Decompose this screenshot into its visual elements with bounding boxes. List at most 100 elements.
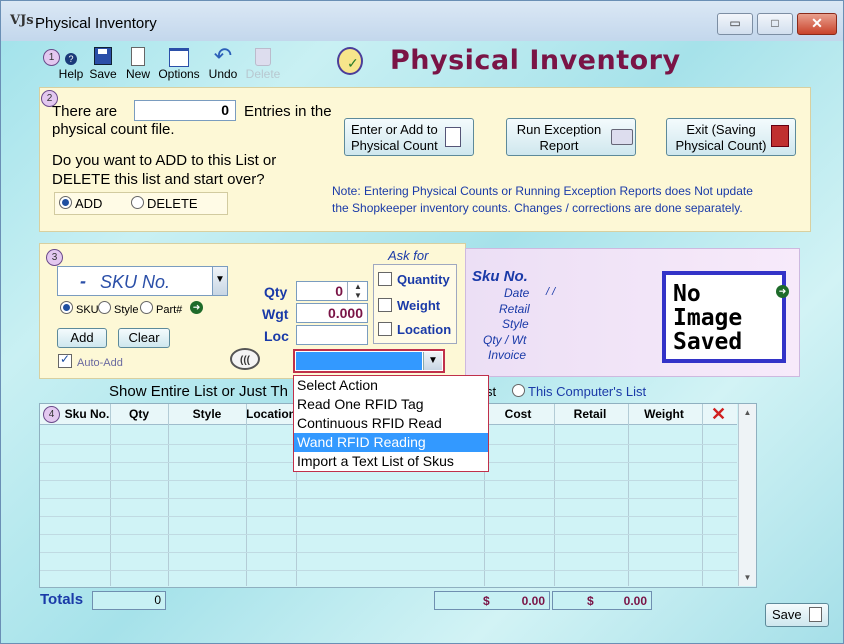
- sku-radio[interactable]: SKU: [60, 301, 99, 316]
- delete-row-icon[interactable]: ✕: [711, 404, 726, 425]
- sku-radio-button[interactable]: [60, 301, 73, 314]
- show-list-label: Show Entire List or Just Th: [109, 383, 288, 400]
- retail-total-field: $ 0.00: [552, 591, 652, 610]
- maximize-button[interactable]: □: [757, 13, 793, 35]
- action-select[interactable]: ▼: [293, 349, 445, 373]
- close-button[interactable]: ✕: [797, 13, 837, 35]
- action-option-continuous[interactable]: Continuous RFID Read: [294, 414, 488, 433]
- spin-down-icon[interactable]: ▼: [348, 291, 368, 300]
- col-weight[interactable]: Weight: [630, 407, 698, 421]
- style-radio[interactable]: Style: [98, 301, 138, 316]
- options-button[interactable]: Options: [155, 45, 203, 81]
- exit-door-icon: [771, 125, 789, 147]
- ask-for-group: Quantity Weight Location: [373, 264, 457, 344]
- options-label: Options: [158, 67, 200, 81]
- chevron-down-icon: ▼: [428, 355, 438, 366]
- document-edit-icon: [445, 127, 461, 147]
- undo-label: Undo: [208, 67, 238, 81]
- help-button[interactable]: ? Help: [57, 45, 85, 81]
- rfid-reader-icon[interactable]: (((: [230, 348, 260, 370]
- entries-in-label: Entries in the: [244, 103, 332, 120]
- style-radio-button[interactable]: [98, 301, 111, 314]
- clear-button[interactable]: Clear: [118, 328, 170, 348]
- minimize-button[interactable]: ▭: [717, 13, 753, 35]
- no-image-placeholder: No Image Saved: [662, 271, 786, 363]
- step-4-badge: 4: [43, 406, 60, 423]
- grid-vertical-scrollbar[interactable]: ▲ ▼: [738, 404, 756, 586]
- loc-field[interactable]: [296, 325, 368, 345]
- floppy-disk-icon: [87, 45, 119, 67]
- sku-dash: -: [80, 271, 86, 291]
- scroll-up-icon[interactable]: ▲: [739, 408, 756, 417]
- save-edit-icon: [809, 607, 822, 622]
- delete-radio[interactable]: DELETE: [131, 196, 198, 211]
- printer-icon: [611, 129, 633, 145]
- ask-quantity-check[interactable]: [378, 272, 392, 286]
- action-option-import[interactable]: Import a Text List of Skus: [294, 452, 488, 471]
- table-row[interactable]: [40, 570, 737, 571]
- action-dropdown-button[interactable]: ▼: [423, 352, 442, 370]
- ask-quantity[interactable]: Quantity: [378, 272, 450, 287]
- table-row[interactable]: [40, 498, 737, 499]
- delete-button[interactable]: Delete: [243, 45, 283, 81]
- enter-physical-count-button[interactable]: Enter or Add to Physical Count: [344, 118, 474, 156]
- new-document-icon: [123, 45, 153, 67]
- sku-input[interactable]: - SKU No.: [57, 266, 227, 296]
- ask-location-check[interactable]: [378, 322, 392, 336]
- inventory-clipboard-icon: ✓: [337, 47, 373, 79]
- this-computer-radio-button[interactable]: [512, 384, 525, 397]
- table-row[interactable]: [40, 552, 737, 553]
- save-button-label: Save: [772, 607, 802, 622]
- ask-location-label: Location: [397, 322, 452, 337]
- col-retail[interactable]: Retail: [554, 407, 626, 421]
- question-line-1: Do you want to ADD to this List or: [52, 152, 277, 169]
- ask-location[interactable]: Location: [378, 322, 451, 337]
- col-style[interactable]: Style: [168, 407, 246, 421]
- add-button[interactable]: Add: [57, 328, 107, 348]
- run-exception-report-button[interactable]: Run Exception Report: [506, 118, 636, 156]
- go-arrow-icon[interactable]: ➜: [190, 301, 203, 314]
- add-radio[interactable]: ADD: [59, 196, 102, 211]
- table-row[interactable]: [40, 480, 737, 481]
- title-bar: VJs Physical Inventory ▭ □ ✕: [1, 1, 843, 41]
- this-computer-radio[interactable]: This Computer's List: [512, 384, 646, 399]
- enter-button-line1: Enter or Add to: [351, 122, 438, 137]
- ask-weight[interactable]: Weight: [378, 298, 440, 313]
- sku-dropdown-button[interactable]: ▼: [212, 266, 228, 296]
- chevron-down-icon: ▼: [215, 274, 225, 285]
- exit-saving-button[interactable]: Exit (Saving Physical Count): [666, 118, 796, 156]
- part-radio[interactable]: Part#: [140, 301, 182, 316]
- action-option-select[interactable]: Select Action: [294, 376, 488, 395]
- qty-spinner[interactable]: ▲ ▼: [347, 282, 368, 300]
- save-toolbar-button[interactable]: Save: [87, 45, 119, 81]
- add-radio-button[interactable]: [59, 196, 72, 209]
- options-list-icon: [155, 45, 203, 67]
- exit-button-line2: Physical Count): [675, 138, 767, 153]
- auto-add-checkbox[interactable]: Auto-Add: [58, 352, 123, 369]
- col-cost[interactable]: Cost: [484, 407, 552, 421]
- new-button[interactable]: New: [123, 45, 153, 81]
- scroll-down-icon[interactable]: ▼: [739, 573, 756, 582]
- no-image-line3: Saved: [673, 329, 743, 355]
- spin-up-icon[interactable]: ▲: [348, 282, 368, 291]
- save-button[interactable]: Save: [765, 603, 829, 627]
- main-window: VJs Physical Inventory ▭ □ ✕ 1 ? Help Sa…: [0, 0, 844, 644]
- help-label: Help: [58, 67, 84, 81]
- window-title: Physical Inventory: [35, 15, 157, 32]
- action-option-read-one[interactable]: Read One RFID Tag: [294, 395, 488, 414]
- part-radio-button[interactable]: [140, 301, 153, 314]
- delete-radio-button[interactable]: [131, 196, 144, 209]
- col-qty[interactable]: Qty: [110, 407, 168, 421]
- undo-button[interactable]: ↶ Undo: [205, 45, 241, 82]
- table-row[interactable]: [40, 516, 737, 517]
- note-line-2: the Shopkeeper inventory counts. Changes…: [332, 201, 743, 215]
- table-row[interactable]: [40, 534, 737, 535]
- ask-weight-check[interactable]: [378, 298, 392, 312]
- run-button-line2: Report: [539, 138, 579, 153]
- wgt-field[interactable]: 0.000: [296, 303, 368, 323]
- action-option-wand[interactable]: Wand RFID Reading: [294, 433, 488, 452]
- image-next-arrow-icon[interactable]: ➜: [776, 285, 789, 298]
- col-sku-no[interactable]: Sku No.: [64, 407, 110, 421]
- auto-add-check[interactable]: [58, 352, 72, 368]
- col-location[interactable]: Location: [246, 407, 296, 421]
